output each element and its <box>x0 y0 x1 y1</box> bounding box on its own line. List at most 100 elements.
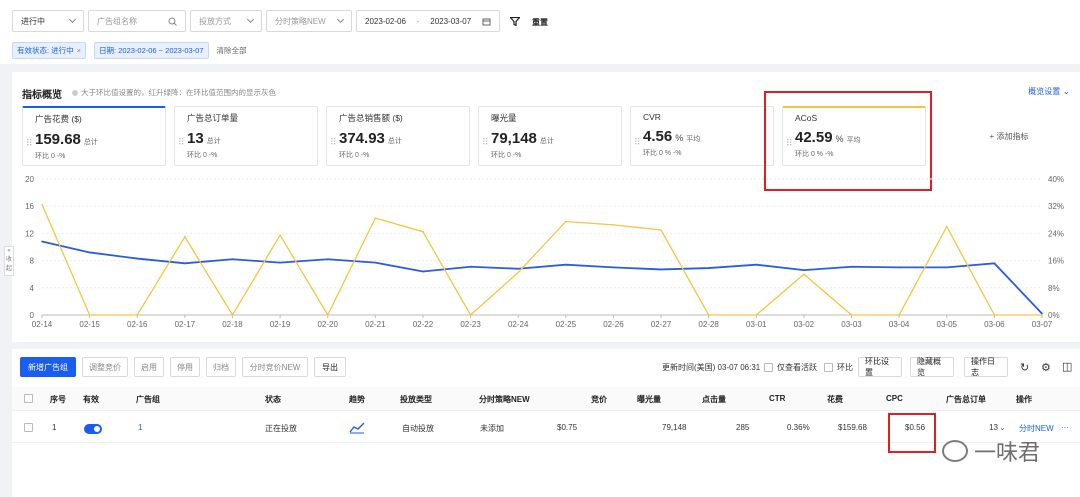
y-right-tick-label: 24% <box>1048 229 1064 238</box>
chevron-down-icon <box>336 15 345 24</box>
data-point <box>565 220 567 223</box>
col-orders[interactable]: 广告总订单 <box>946 394 986 405</box>
archive-button[interactable]: 归档 <box>206 357 236 377</box>
col-clicks[interactable]: 点击量 <box>702 394 726 405</box>
adjust-bid-button[interactable]: 调整竞价 <box>82 357 128 377</box>
data-point <box>422 230 424 233</box>
chevron-down-icon <box>246 15 255 24</box>
chevron-left-icon: « <box>7 248 11 254</box>
y-left-tick-label: 0 <box>30 311 35 320</box>
status-select[interactable]: 进行中 <box>12 10 84 32</box>
checkbox-icon[interactable] <box>824 363 833 372</box>
cell-adgroup-link[interactable]: 1 <box>138 423 142 432</box>
cell-bid[interactable]: $0.75 <box>557 423 577 432</box>
data-point <box>422 270 424 273</box>
mom-settings-button[interactable]: 环比设置 <box>858 357 902 377</box>
adgroup-search-input[interactable]: 广告组名称 <box>88 10 186 32</box>
col-adgroup[interactable]: 广告组 <box>136 394 160 405</box>
data-point <box>803 269 805 271</box>
filter-tag[interactable]: 日期: 2023-02-06 ~ 2023-03-07 <box>94 42 209 59</box>
schedule-select[interactable]: 分时策略NEW <box>266 10 352 32</box>
data-point <box>374 217 377 219</box>
mom-checkbox[interactable]: 环比 <box>824 362 853 373</box>
checkbox-icon[interactable] <box>764 363 773 372</box>
x-tick-label: 02-19 <box>270 320 291 329</box>
trend-chart: 0 0% 4 8% 8 16% 12 24% 16 32% 20 40% 02-14 02-15 02-16… <box>25 175 1064 329</box>
data-point <box>326 314 329 316</box>
col-status: 状态 <box>265 395 281 404</box>
search-icon <box>168 17 177 26</box>
export-button[interactable]: 导出 <box>314 357 346 377</box>
collapse-tab[interactable]: « 收起 <box>4 246 14 276</box>
update-time: 更新时间(美国) 03-07 06:31 <box>662 362 760 373</box>
series-line-1 <box>41 240 1043 315</box>
cell-index: 1 <box>52 423 57 432</box>
data-point <box>136 314 139 316</box>
x-tick-label: 03-02 <box>794 320 815 329</box>
filter-tag-label: 有效状态: 进行中 <box>17 46 74 55</box>
col-impressions[interactable]: 曝光量 <box>637 394 661 405</box>
col-ctr[interactable]: CTR <box>769 394 785 403</box>
pause-button[interactable]: 停用 <box>170 357 200 377</box>
data-point <box>517 267 519 270</box>
update-time-text: 更新时间(美国) 03-07 06:31 <box>662 363 761 372</box>
close-icon[interactable]: × <box>77 46 81 55</box>
operation-log-button[interactable]: 操作日志 <box>964 357 1008 377</box>
data-point <box>993 314 996 316</box>
data-point <box>469 265 472 268</box>
data-point <box>41 203 43 206</box>
data-point <box>612 224 615 226</box>
data-point <box>41 240 43 243</box>
y-right-tick-label: 8% <box>1048 284 1060 293</box>
clear-all-link[interactable]: 清除全部 <box>217 45 247 56</box>
data-point <box>279 234 281 236</box>
data-point <box>231 258 234 261</box>
data-point <box>898 266 900 269</box>
active-filter-tags: 有效状态: 进行中 × 日期: 2023-02-06 ~ 2023-03-07 清… <box>12 42 247 59</box>
col-spend[interactable]: 花费 <box>827 394 843 405</box>
data-point <box>326 258 329 261</box>
x-tick-label: 02-18 <box>222 320 243 329</box>
enable-button[interactable]: 启用 <box>134 357 164 377</box>
new-adgroup-button[interactable]: 新增广告组 <box>20 357 76 377</box>
x-tick-label: 02-14 <box>32 320 53 329</box>
only-active-checkbox[interactable]: 仅查看活跃 <box>764 362 817 373</box>
filter-icon[interactable] <box>510 17 520 26</box>
y-left-tick-label: 16 <box>25 202 34 211</box>
data-point <box>517 271 519 274</box>
col-actions: 操作 <box>1016 395 1032 404</box>
schedule-new-link[interactable]: 分时NEW <box>1019 423 1054 434</box>
data-point <box>707 267 710 269</box>
x-tick-label: 03-04 <box>889 320 910 329</box>
filter-tag-label: 日期: 2023-02-06 ~ 2023-03-07 <box>99 46 204 55</box>
x-tick-label: 02-28 <box>698 320 719 329</box>
row-checkbox[interactable] <box>24 423 33 432</box>
col-cpc[interactable]: CPC <box>886 394 903 403</box>
refresh-icon[interactable]: ↻ <box>1020 361 1029 374</box>
reset-button[interactable]: 重置 <box>532 17 548 28</box>
filter-tag[interactable]: 有效状态: 进行中 × <box>12 42 87 59</box>
data-point <box>184 262 186 265</box>
schedule-bid-button[interactable]: 分时竞价NEW <box>242 357 308 377</box>
adgroup-search-placeholder: 广告组名称 <box>97 16 137 26</box>
trend-chart-icon[interactable] <box>349 421 365 434</box>
active-toggle[interactable] <box>84 424 102 434</box>
col-bid[interactable]: 竞价 <box>591 394 607 405</box>
data-point <box>469 314 472 316</box>
x-tick-label: 02-27 <box>651 320 672 329</box>
chevron-down-icon[interactable]: ⌄ <box>999 423 1006 432</box>
hide-overview-button[interactable]: 隐藏概览 <box>910 357 954 377</box>
x-tick-label: 02-26 <box>603 320 624 329</box>
columns-icon[interactable]: ◫ <box>1062 360 1072 373</box>
more-actions-button[interactable]: ··· <box>1061 423 1069 432</box>
calendar-icon <box>482 18 491 25</box>
date-range-picker[interactable]: 2023-02-06 - 2023-03-07 <box>356 10 500 32</box>
data-point <box>565 263 567 266</box>
x-tick-label: 02-25 <box>556 320 577 329</box>
data-point <box>993 262 996 265</box>
col-trend: 趋势 <box>349 395 365 404</box>
date-to: 2023-03-07 <box>430 16 472 26</box>
delivery-select[interactable]: 投放方式 <box>190 10 262 32</box>
select-all-checkbox[interactable] <box>24 394 33 403</box>
gear-icon[interactable]: ⚙ <box>1041 361 1051 374</box>
